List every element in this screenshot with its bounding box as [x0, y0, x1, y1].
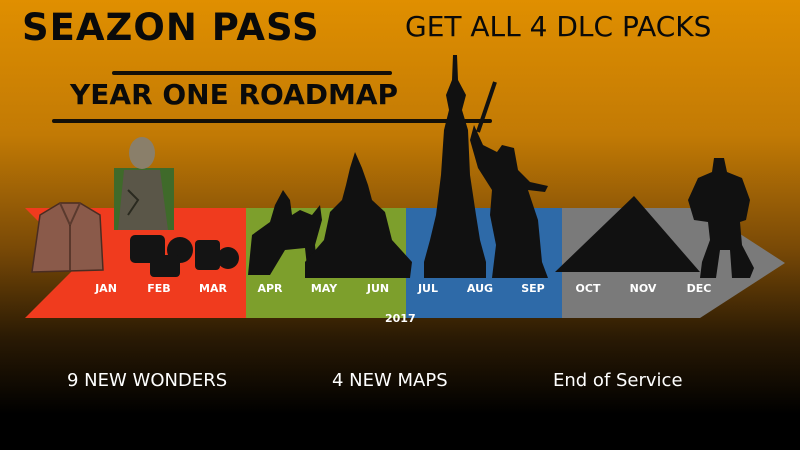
month-jan: JAN [95, 282, 117, 295]
buddha-statue-icon [114, 137, 174, 230]
leather-jacket-icon [31, 202, 104, 273]
month-nov: NOV [629, 282, 657, 295]
month-aug: AUG [466, 282, 494, 295]
caption-maps: 4 NEW MAPS [332, 370, 448, 391]
month-apr: APR [257, 282, 283, 295]
timeline-year: 2017 [385, 312, 416, 325]
month-may: MAY [310, 282, 338, 295]
month-oct: OCT [575, 282, 601, 295]
month-sep: SEP [521, 282, 545, 295]
month-feb: FEB [147, 282, 171, 295]
month-dec: DEC [686, 282, 712, 295]
tower-spire-icon [424, 55, 486, 278]
month-jun: JUN [366, 282, 390, 295]
month-jul: JUL [417, 282, 439, 295]
caption-wonders: 9 NEW WONDERS [67, 370, 228, 391]
caption-end-of-service: End of Service [553, 370, 683, 391]
month-mar: MAR [199, 282, 227, 295]
